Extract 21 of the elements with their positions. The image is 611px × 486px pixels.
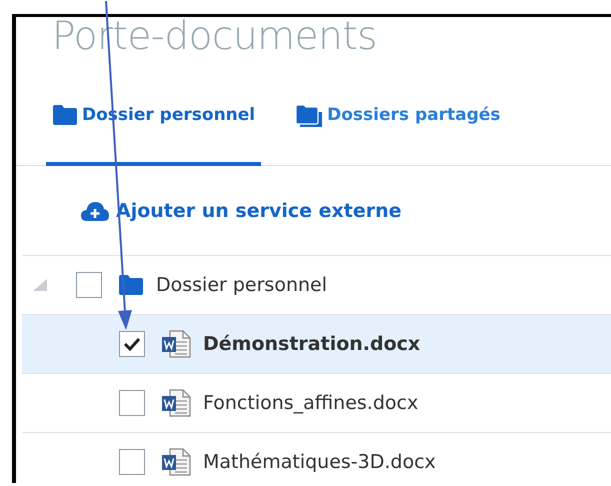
checkbox[interactable] — [76, 272, 102, 298]
folder-icon — [118, 274, 144, 296]
word-document-icon — [161, 448, 191, 476]
tree-row[interactable]: Mathématiques-3D.docx — [22, 433, 611, 483]
tree-row[interactable]: Fonctions_affines.docx — [22, 374, 611, 433]
item-name: Fonctions_affines.docx — [203, 392, 418, 414]
checkbox[interactable] — [119, 449, 145, 475]
item-name: Mathématiques-3D.docx — [203, 451, 436, 473]
folders-icon — [295, 104, 324, 128]
item-name: Dossier personnel — [156, 274, 328, 296]
word-document-icon — [161, 330, 191, 358]
item-name: Démonstration.docx — [203, 333, 420, 355]
checkbox[interactable] — [119, 331, 145, 357]
checkbox[interactable] — [119, 390, 145, 416]
word-document-icon — [161, 389, 191, 417]
cloud-plus-icon — [80, 200, 110, 222]
tree-row[interactable]: Démonstration.docx — [22, 315, 611, 374]
tab[interactable]: Dossiers partagés — [289, 90, 506, 166]
check-icon — [123, 337, 141, 351]
folder-icon — [52, 104, 78, 126]
expander-icon[interactable] — [32, 278, 48, 292]
